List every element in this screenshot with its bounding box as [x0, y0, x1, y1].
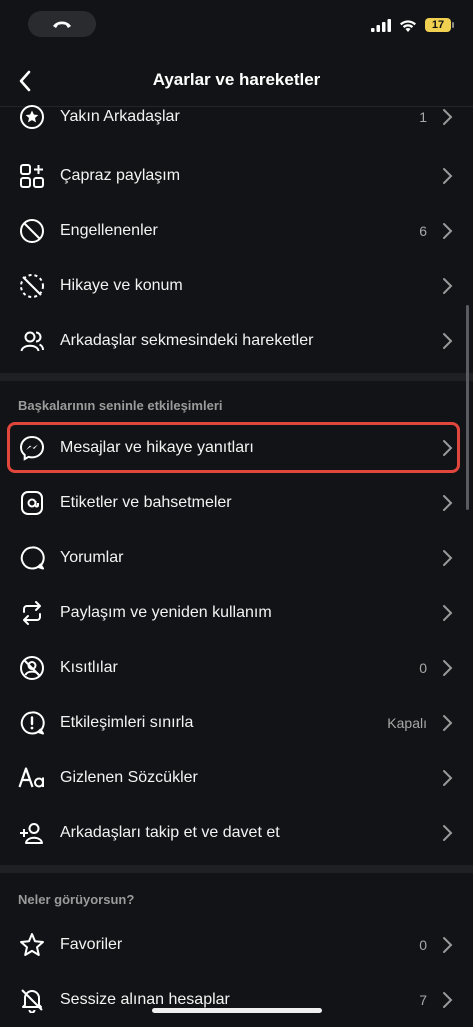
row-cross-sharing[interactable]: Çapraz paylaşım: [0, 148, 473, 203]
block-icon: [18, 217, 46, 245]
chevron-right-icon: [443, 167, 453, 184]
row-label: Kısıtlılar: [60, 658, 118, 676]
row-friends-tab-activity[interactable]: Arkadaşlar sekmesindeki hareketler: [0, 313, 473, 368]
restrict-icon: [18, 654, 46, 682]
chevron-right-icon: [443, 769, 453, 786]
wifi-icon: [400, 19, 416, 32]
home-indicator[interactable]: [152, 1008, 322, 1013]
chevron-right-icon: [443, 936, 453, 953]
alert-circle-icon: [18, 709, 46, 737]
row-restricted[interactable]: Kısıtlılar 0: [0, 640, 473, 695]
section-header-what-you-see: Neler görüyorsun?: [18, 892, 135, 907]
row-label: Engellenenler: [60, 221, 158, 239]
add-person-icon: [18, 819, 46, 847]
grid-plus-icon: [18, 162, 46, 190]
status-bar: 17: [0, 0, 473, 50]
chevron-right-icon: [443, 494, 453, 511]
row-value: Kapalı: [387, 714, 427, 731]
settings-list: Yakın Arkadaşlar 1 Çapraz paylaşım Engel…: [0, 103, 473, 1027]
row-value: 0: [419, 659, 427, 676]
row-label: Çapraz paylaşım: [60, 166, 181, 184]
row-messages-story-replies[interactable]: Mesajlar ve hikaye yanıtları: [0, 420, 473, 475]
row-value: 0: [419, 936, 427, 953]
battery-indicator: 17: [425, 18, 454, 32]
scrollbar[interactable]: [466, 305, 469, 510]
row-close-friends[interactable]: Yakın Arkadaşlar 1: [0, 103, 473, 131]
chevron-right-icon: [443, 991, 453, 1008]
row-value: 6: [419, 222, 427, 239]
battery-level: 17: [431, 19, 445, 31]
call-indicator[interactable]: [28, 11, 96, 37]
people-icon: [18, 327, 46, 355]
row-label: Arkadaşları takip et ve davet et: [60, 823, 280, 841]
row-label: Gizlenen Sözcükler: [60, 768, 198, 786]
row-label: Yorumlar: [60, 548, 124, 566]
row-label: Sessize alınan hesaplar: [60, 990, 230, 1008]
chevron-right-icon: [443, 824, 453, 841]
phone-icon: [53, 21, 71, 28]
row-label: Paylaşım ve yeniden kullanım: [60, 603, 272, 621]
section-divider: [0, 865, 473, 873]
row-label: Yakın Arkadaşlar: [60, 108, 180, 125]
row-story-location[interactable]: Hikaye ve konum: [0, 258, 473, 313]
row-sharing-reuse[interactable]: Paylaşım ve yeniden kullanım: [0, 585, 473, 640]
chevron-right-icon: [443, 604, 453, 621]
row-tags-mentions[interactable]: Etiketler ve bahsetmeler: [0, 475, 473, 530]
comment-icon: [18, 544, 46, 572]
row-follow-invite[interactable]: Arkadaşları takip et ve davet et: [0, 805, 473, 860]
chevron-right-icon: [443, 714, 453, 731]
section-header-interactions: Başkalarının seninle etkileşimleri: [18, 398, 223, 413]
star-circle-icon: [18, 103, 46, 131]
chevron-right-icon: [443, 549, 453, 566]
chevron-right-icon: [443, 439, 453, 456]
row-hidden-words[interactable]: Gizlenen Sözcükler: [0, 750, 473, 805]
row-blocked[interactable]: Engellenenler 6: [0, 203, 473, 258]
row-label: Etiketler ve bahsetmeler: [60, 493, 232, 511]
bell-off-icon: [18, 986, 46, 1014]
chevron-right-icon: [443, 222, 453, 239]
nav-header: Ayarlar ve hareketler: [0, 56, 473, 107]
row-label: Mesajlar ve hikaye yanıtları: [60, 438, 254, 456]
repost-icon: [18, 599, 46, 627]
chevron-right-icon: [443, 277, 453, 294]
row-label: Arkadaşlar sekmesindeki hareketler: [60, 331, 314, 349]
row-limit-interactions[interactable]: Etkileşimleri sınırla Kapalı: [0, 695, 473, 750]
text-aa-icon: [18, 764, 46, 792]
row-value: 1: [419, 109, 427, 125]
story-off-icon: [18, 272, 46, 300]
messenger-icon: [18, 434, 46, 462]
signal-icon: [371, 18, 391, 32]
star-outline-icon: [18, 931, 46, 959]
row-favorites[interactable]: Favoriler 0: [0, 917, 473, 972]
row-muted-accounts[interactable]: Sessize alınan hesaplar 7: [0, 972, 473, 1027]
chevron-right-icon: [443, 332, 453, 349]
section-divider: [0, 373, 473, 381]
page-title: Ayarlar ve hareketler: [152, 70, 321, 89]
row-label: Etkileşimleri sınırla: [60, 713, 194, 731]
chevron-right-icon: [443, 109, 453, 125]
row-label: Hikaye ve konum: [60, 276, 183, 294]
row-value: 7: [419, 991, 427, 1008]
chevron-right-icon: [443, 659, 453, 676]
row-comments[interactable]: Yorumlar: [0, 530, 473, 585]
at-sign-icon: [18, 489, 46, 517]
row-label: Favoriler: [60, 935, 123, 953]
status-icons: 17: [371, 18, 454, 32]
